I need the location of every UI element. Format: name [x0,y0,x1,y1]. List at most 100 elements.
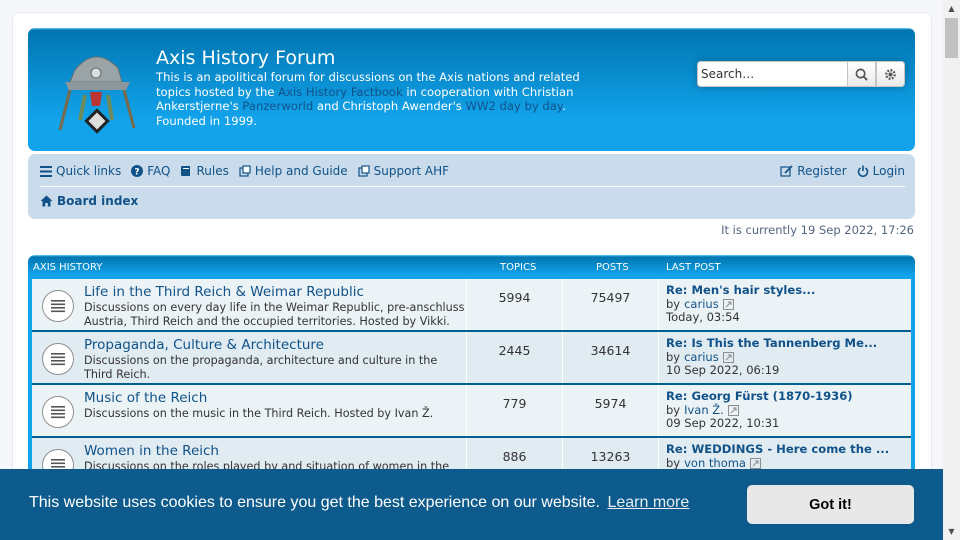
scrollbar-thumb[interactable] [945,18,958,58]
view-latest-post-icon[interactable] [727,404,739,416]
quick-links-menu[interactable]: Quick links [40,164,121,178]
last-post-user[interactable]: carius [684,350,719,365]
external-link-icon [239,165,251,177]
scroll-up-arrow-icon[interactable]: ▲ [943,0,960,17]
panzerworld-link[interactable]: Panzerworld [242,99,313,113]
cookie-text: This website uses cookies to ensure you … [29,494,600,511]
forum-read-icon [42,290,74,322]
search-button[interactable] [847,61,876,87]
breadcrumb[interactable]: Board index [40,194,138,208]
forum-row: Propaganda, Culture & Architecture Discu… [32,332,911,385]
board-index-label: Board index [57,194,139,208]
forum-title[interactable]: Women in the Reich [84,443,219,459]
last-post-user[interactable]: von thoma [684,456,746,471]
lines-icon [51,300,65,313]
register-link[interactable]: Register [780,164,847,178]
by-label: by [666,455,681,470]
view-latest-post-icon[interactable] [722,298,734,310]
desc-part-3: and Christoph Awender's [313,99,466,113]
view-latest-post-icon[interactable] [722,351,734,363]
last-post-time: Today, 03:54 [666,310,740,324]
by-label: by [666,349,681,364]
login-link[interactable]: Login [857,164,905,178]
book-icon [181,166,191,176]
forum-table-header: AXIS HISTORY TOPICS POSTS LAST POST [28,255,915,279]
by-label: by [666,402,681,417]
column-divider [658,385,659,436]
forum-read-icon [42,396,74,428]
forum-row: Life in the Third Reich & Weimar Republi… [32,279,911,332]
forum-description: Discussions on the propaganda, architect… [84,354,438,381]
posts-header: POSTS [596,262,629,273]
home-icon [40,195,53,207]
last-post-title[interactable]: Re: WEDDINGS - Here come the ... [666,442,889,457]
last-post-user[interactable]: Ivan Ž. [684,403,724,418]
last-post: Re: Men's hair styles... by carius Today… [666,283,815,325]
last-post-title[interactable]: Re: Is This the Tannenberg Me... [666,336,877,351]
cookie-banner: This website uses cookies to ensure you … [0,469,943,540]
last-post-author-line: by carius [666,296,815,312]
support-label: Support AHF [373,164,450,178]
current-time: It is currently 19 Sep 2022, 17:26 [721,223,914,237]
help-link[interactable]: Help and Guide [239,164,348,178]
search-icon [855,68,868,81]
nav-links: Quick links ? FAQ Rules Help and Guide S… [40,164,449,178]
faq-label: FAQ [147,164,171,178]
nav-user-links: Register Login [780,164,905,178]
column-divider [658,332,659,383]
posts-count: 5974 [594,396,627,411]
register-label: Register [797,164,847,178]
header-bar: Axis History Forum This is an apolitical… [28,28,915,151]
forum-list: Life in the Third Reich & Weimar Republi… [32,279,911,491]
forum-row: Music of the Reich Discussions on the mu… [32,385,911,438]
forum-description: Discussions on the music in the Third Re… [84,407,434,420]
site-description: This is an apolitical forum for discussi… [156,70,606,128]
column-divider [658,279,659,330]
posts-count: 13263 [590,449,631,464]
rules-label: Rules [196,164,229,178]
topics-header: TOPICS [500,262,537,273]
rules-link[interactable]: Rules [180,164,229,178]
site-logo[interactable] [50,40,140,140]
forum-title[interactable]: Propaganda, Culture & Architecture [84,337,324,353]
search-input[interactable] [697,61,847,87]
question-icon: ? [131,165,144,178]
last-post: Re: Is This the Tannenberg Me... by cari… [666,336,877,378]
advanced-search-button[interactable] [876,61,905,87]
ww2-day-link[interactable]: WW2 day by day [466,99,563,113]
posts-count: 75497 [590,290,631,305]
site-title[interactable]: Axis History Forum [156,47,335,69]
help-label: Help and Guide [254,164,348,178]
posts-count: 34614 [590,343,631,358]
by-label: by [666,296,681,311]
last-post: Re: WEDDINGS - Here come the ... by von … [666,442,889,471]
forum-title[interactable]: Life in the Third Reich & Weimar Republi… [84,284,364,300]
nav-divider [40,186,905,187]
category-title[interactable]: AXIS HISTORY [33,262,102,273]
last-post-time: 10 Sep 2022, 06:19 [666,363,780,377]
topics-count: 5994 [498,290,531,305]
factbook-link[interactable]: Axis History Factbook [278,85,403,99]
edit-icon [780,165,793,177]
last-post-user[interactable]: carius [684,297,719,312]
faq-link[interactable]: ? FAQ [131,164,170,178]
topics-count: 779 [502,396,527,411]
last-post-title[interactable]: Re: Men's hair styles... [666,283,815,298]
forum-title[interactable]: Music of the Reich [84,390,207,406]
quick-links-label: Quick links [56,164,122,178]
view-latest-post-icon[interactable] [749,457,761,469]
login-label: Login [872,164,905,178]
svg-text:?: ? [135,168,140,178]
scrollbar[interactable]: ▲ ▼ [943,0,960,540]
cookie-accept-button[interactable]: Got it! [747,485,914,524]
last-post-author-line: by von thoma [666,455,889,471]
learn-more-link[interactable]: Learn more [607,494,689,511]
lines-icon [51,353,65,366]
last-post-header: LAST POST [666,262,721,273]
last-post-title[interactable]: Re: Georg Fürst (1870-1936) [666,389,853,404]
support-link[interactable]: Support AHF [358,164,449,178]
search-box [697,61,905,87]
scroll-down-arrow-icon[interactable]: ▼ [943,523,960,540]
hamburger-icon [40,165,52,177]
last-post-author-line: by Ivan Ž. [666,402,853,418]
